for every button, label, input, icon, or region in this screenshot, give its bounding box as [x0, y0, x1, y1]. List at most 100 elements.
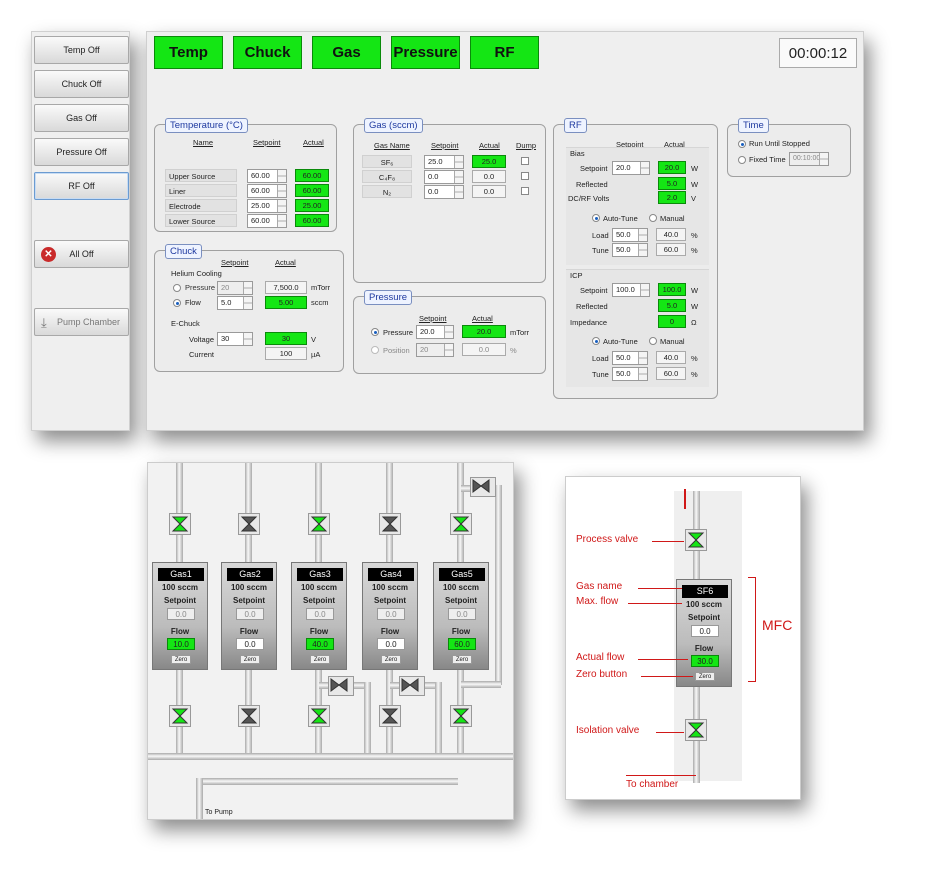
dcrf-label: DC/RF Volts — [568, 194, 610, 203]
position-mode-radio[interactable] — [371, 346, 379, 354]
bias-tune-setpoint[interactable]: 50.0 — [612, 243, 648, 257]
isolation-valve-icon[interactable] — [685, 719, 707, 741]
mfc-zero-button[interactable]: Zero — [240, 655, 260, 664]
all-off-button[interactable]: ✕ All Off — [34, 240, 129, 268]
temp-row-setpoint[interactable]: 60.00 — [247, 184, 287, 198]
position-mode-label: Position — [383, 346, 410, 355]
tab-temp[interactable]: Temp — [154, 36, 223, 69]
fixed-time-input[interactable]: 00:10:00 — [789, 152, 829, 166]
mfc-flow-value: 0.0 — [236, 638, 264, 650]
bypass-valve-icon[interactable] — [328, 676, 354, 696]
tab-chuck[interactable]: Chuck — [233, 36, 302, 69]
gas-row-setpoint[interactable]: 0.0 — [424, 170, 464, 184]
bias-tune-unit: % — [691, 246, 698, 255]
temp-row-setpoint[interactable]: 60.00 — [247, 169, 287, 183]
run-until-stopped-radio[interactable] — [738, 140, 746, 148]
pressure-title: Pressure — [364, 290, 413, 305]
icp-reflected-label: Reflected — [576, 302, 608, 311]
gas-row-dump-checkbox[interactable] — [521, 157, 529, 165]
to-pump-label: To Pump — [205, 809, 233, 816]
pressure-setpoint[interactable]: 20.0 — [416, 325, 454, 339]
fixed-time-radio[interactable] — [738, 156, 746, 164]
bias-setpoint-label: Setpoint — [580, 164, 608, 173]
mfc-setpoint-input[interactable]: 0.0 — [236, 608, 264, 620]
pressure-off-button[interactable]: Pressure Off — [34, 138, 129, 166]
pump-icon: ⤓ — [41, 315, 47, 330]
bypass-valve-icon[interactable] — [470, 477, 496, 497]
isolation-valve-icon[interactable] — [238, 705, 260, 727]
pressure-mode-radio[interactable] — [371, 328, 379, 336]
bias-autotune-radio[interactable] — [592, 214, 600, 222]
process-valve-icon[interactable] — [685, 529, 707, 551]
bias-manual-radio[interactable] — [649, 214, 657, 222]
position-setpoint[interactable]: 20 — [416, 343, 454, 357]
isolation-valve-icon[interactable] — [379, 705, 401, 727]
gas-row-name: N₂ — [362, 185, 412, 198]
icp-load-setpoint[interactable]: 50.0 — [612, 351, 648, 365]
actual-flow-leader — [638, 659, 688, 660]
chuck-group: Chuck Setpoint Actual Helium Cooling Pre… — [154, 244, 344, 372]
process-valve-icon[interactable] — [450, 513, 472, 535]
process-valve-icon[interactable] — [379, 513, 401, 535]
all-off-label: All Off — [69, 249, 94, 259]
gas-row-dump-checkbox[interactable] — [521, 172, 529, 180]
isolation-valve-icon[interactable] — [450, 705, 472, 727]
chuck-pressure-label: Pressure — [185, 283, 216, 292]
pressure-mode-label: Pressure — [383, 328, 414, 337]
gas-row-setpoint[interactable]: 25.0 — [424, 155, 464, 169]
mfc-zero-button[interactable]: Zero — [381, 655, 401, 664]
mfc-setpoint-input[interactable]: 0.0 — [306, 608, 334, 620]
voltage-setpoint[interactable]: 30 — [217, 332, 253, 346]
mfc-setpoint-input[interactable]: 0.0 — [167, 608, 195, 620]
chuck-off-button[interactable]: Chuck Off — [34, 70, 129, 98]
temp-row-setpoint[interactable]: 25.00 — [247, 199, 287, 213]
process-valve-icon[interactable] — [238, 513, 260, 535]
icp-setpoint[interactable]: 100.0 — [612, 283, 650, 297]
mfc-zero-button[interactable]: Zero — [171, 655, 191, 664]
chuck-pressure-setpoint[interactable]: 20 — [217, 281, 253, 295]
tab-rf[interactable]: RF — [470, 36, 539, 69]
temp-row-setpoint[interactable]: 60.00 — [247, 214, 287, 228]
inset-mfc-setpoint[interactable]: 0.0 — [691, 625, 719, 637]
icp-manual-label: Manual — [660, 337, 685, 346]
gas-name-label: Gas name — [576, 581, 623, 592]
pressure-radio[interactable] — [173, 284, 181, 292]
icp-manual-radio[interactable] — [649, 337, 657, 345]
bypass-pipe — [461, 681, 501, 688]
tab-gas[interactable]: Gas — [312, 36, 381, 69]
flow-radio[interactable] — [173, 299, 181, 307]
process-valve-leader — [652, 541, 684, 542]
process-valve-icon[interactable] — [169, 513, 191, 535]
mfc-setpoint-input[interactable]: 0.0 — [448, 608, 476, 620]
pump-chamber-button[interactable]: ⤓ Pump Chamber — [34, 308, 129, 336]
mfc-max-flow: 100 sccm — [230, 583, 268, 592]
mfc-zero-button[interactable]: Zero — [452, 655, 472, 664]
bias-load-setpoint[interactable]: 50.0 — [612, 228, 648, 242]
gas-row-setpoint[interactable]: 0.0 — [424, 185, 464, 199]
gas-row-dump-checkbox[interactable] — [521, 187, 529, 195]
temp-off-button[interactable]: Temp Off — [34, 36, 129, 64]
mfc-setpoint-input[interactable]: 0.0 — [377, 608, 405, 620]
process-valve-icon[interactable] — [308, 513, 330, 535]
chuck-flow-setpoint[interactable]: 5.0 — [217, 296, 253, 310]
bias-setpoint[interactable]: 20.0 — [612, 161, 650, 175]
tab-pressure[interactable]: Pressure — [391, 36, 460, 69]
mfc-zero-button[interactable]: Zero — [310, 655, 330, 664]
isolation-valve-icon[interactable] — [308, 705, 330, 727]
gas-row-name: C₄F₈ — [362, 170, 412, 183]
isolation-valve-icon[interactable] — [169, 705, 191, 727]
bypass-valve-icon[interactable] — [399, 676, 425, 696]
gas-off-button[interactable]: Gas Off — [34, 104, 129, 132]
icp-autotune-radio[interactable] — [592, 337, 600, 345]
icp-tune-setpoint[interactable]: 50.0 — [612, 367, 648, 381]
process-control-panel: Temp Chuck Gas Pressure RF 00:00:12 Temp… — [146, 31, 864, 431]
pump-chamber-label: Pump Chamber — [56, 317, 121, 327]
icp-reflected-unit: W — [691, 302, 699, 311]
mfc-panel: Gas1 100 sccm Setpoint 0.0 Flow 10.0 Zer… — [152, 562, 208, 670]
run-until-stopped-label: Run Until Stopped — [749, 139, 810, 148]
inset-mfc-zero-button[interactable]: Zero — [695, 672, 715, 681]
bias-manual-label: Manual — [660, 214, 685, 223]
pressure-actual: 20.0 — [462, 325, 506, 338]
rf-off-button[interactable]: RF Off — [34, 172, 129, 200]
icp-reflected: 5.0 — [658, 299, 686, 312]
